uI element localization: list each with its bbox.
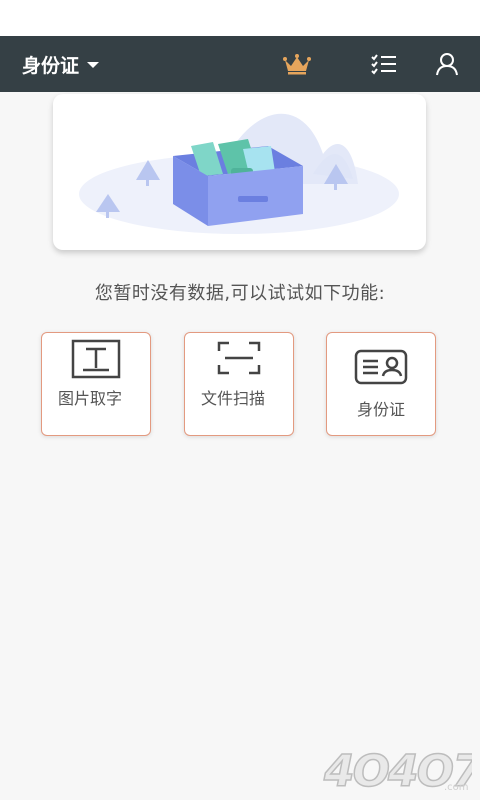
scan-frame-icon <box>185 341 293 375</box>
document-scan-button[interactable]: 文件扫描 <box>184 332 294 436</box>
doc-type-label: 身份证 <box>22 54 80 77</box>
id-card-icon <box>327 349 435 385</box>
checklist-icon[interactable] <box>369 50 399 78</box>
tool-label: 图片取字 <box>58 389 123 408</box>
svg-text:.com: .com <box>444 782 469 793</box>
caret-down-icon <box>87 62 100 68</box>
user-icon[interactable] <box>432 50 462 78</box>
id-card-button[interactable]: 身份证 <box>326 332 436 436</box>
text-recognition-icon <box>42 339 150 379</box>
empty-state-message: 您暂时没有数据,可以试试如下功能: <box>94 283 386 304</box>
text-recognition-button[interactable]: 图片取字 <box>41 332 151 436</box>
watermark-logo: 4O4O7 .com <box>322 740 480 798</box>
empty-box-illustration <box>79 113 399 234</box>
empty-illustration-card <box>53 94 426 250</box>
status-bar <box>0 0 480 36</box>
app-header: 身份证 <box>0 36 480 92</box>
crown-icon[interactable] <box>282 50 312 78</box>
tool-label: 文件扫描 <box>201 389 266 408</box>
tool-label: 身份证 <box>356 400 405 419</box>
doc-type-dropdown[interactable]: 身份证 <box>22 50 100 78</box>
